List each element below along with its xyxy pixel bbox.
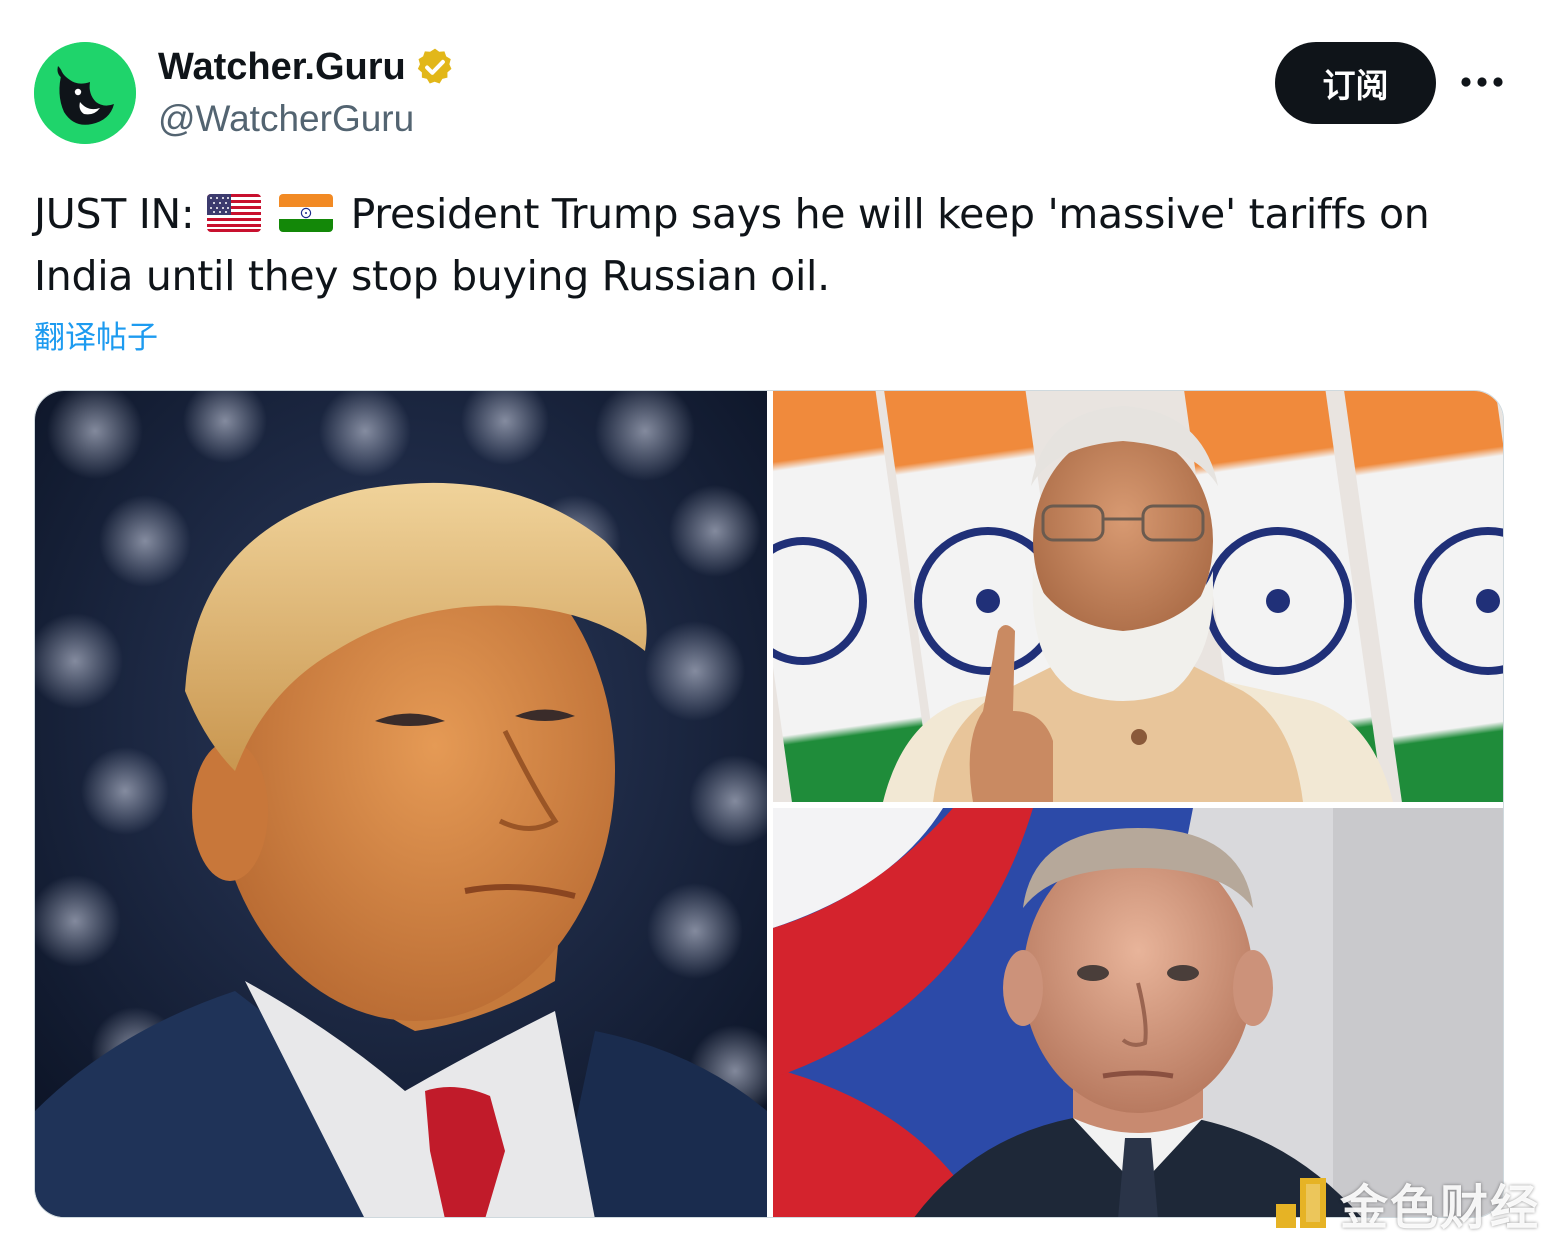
modi-photo-icon — [773, 391, 1503, 802]
whale-logo-icon — [34, 42, 136, 144]
media-grid — [34, 390, 1504, 1218]
translate-post-link[interactable]: 翻译帖子 — [34, 318, 158, 358]
verified-badge-icon — [414, 46, 456, 88]
subscribe-button[interactable]: 订阅 — [1275, 42, 1436, 124]
putin-photo-icon — [773, 808, 1503, 1217]
media-photo-1[interactable] — [35, 391, 767, 1217]
media-photo-2[interactable] — [773, 391, 1503, 802]
author-handle[interactable]: @WatcherGuru — [158, 96, 414, 142]
more-button[interactable] — [1456, 58, 1508, 106]
watermark-text: 金色财经 — [1340, 1180, 1541, 1236]
trump-photo-icon — [35, 391, 767, 1217]
author-display-name[interactable]: Watcher.Guru — [158, 44, 456, 90]
more-horizontal-icon — [1461, 77, 1503, 87]
tweet-prefix: JUST IN: — [34, 190, 195, 238]
jinse-logo-icon — [1276, 1178, 1326, 1228]
india-flag-icon — [278, 194, 333, 232]
us-flag-icon — [207, 194, 262, 232]
watermark: 金色财经 — [1272, 1170, 1540, 1236]
media-photo-3[interactable] — [773, 808, 1503, 1217]
avatar[interactable] — [34, 42, 136, 144]
tweet-text: JUST IN: President Trump says he will ke… — [34, 183, 1474, 307]
display-name-text: Watcher.Guru — [158, 46, 406, 88]
